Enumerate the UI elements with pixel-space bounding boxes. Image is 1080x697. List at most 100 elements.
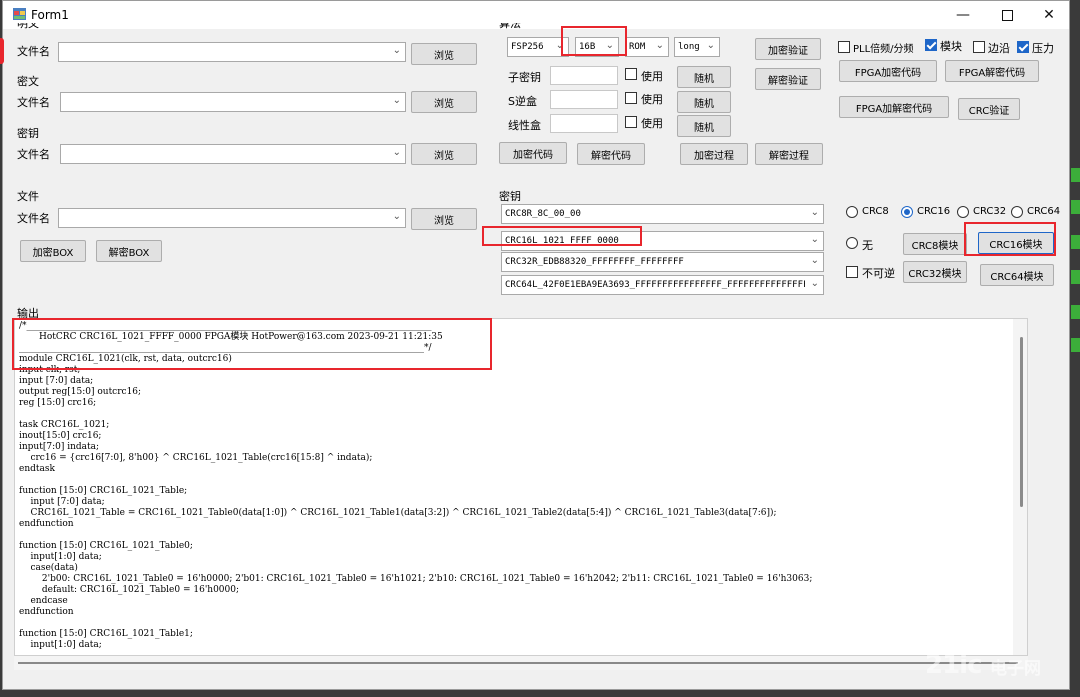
linear-box-input[interactable] — [550, 114, 618, 133]
subkey-label: 子密钥 — [508, 71, 541, 84]
highlight-crc16-key — [482, 226, 642, 246]
pressure-checkbox[interactable] — [1017, 41, 1029, 53]
crc8-radio-label: CRC8 — [862, 206, 889, 217]
crc16-radio-label: CRC16 — [917, 206, 951, 217]
crc8-module-button[interactable]: CRC8模块 — [903, 233, 967, 255]
file-browse-button[interactable]: 浏览 — [411, 208, 477, 230]
edge-checkbox[interactable] — [973, 41, 985, 53]
crc64-key-value: CRC64L_42F0E1EBA9EA3693_FFFFFFFFFFFFFFFF… — [505, 280, 805, 290]
plaintext-filename-label: 文件名 — [17, 45, 50, 58]
encrypt-process-button[interactable]: 加密过程 — [680, 143, 748, 165]
file-combo[interactable]: ⌄ — [58, 208, 406, 228]
crc8-key-select[interactable]: CRC8R_8C_00_00 ⌄ — [501, 204, 824, 224]
encrypt-box-button[interactable]: 加密BOX — [20, 240, 86, 262]
keyfile-combo[interactable]: ⌄ — [60, 144, 406, 164]
memory-select-value: ROM — [629, 42, 646, 52]
highlight-crc16-module — [964, 222, 1056, 256]
linear-box-use-label: 使用 — [641, 117, 663, 130]
crc32-key-value: CRC32R_EDB88320_FFFFFFFF_FFFFFFFF — [505, 257, 684, 267]
chevron-down-icon: ⌄ — [810, 255, 819, 266]
crc8-key-value: CRC8R_8C_00_00 — [505, 209, 581, 219]
chevron-down-icon: ⌄ — [655, 40, 664, 51]
sbox-label: S逆盒 — [508, 95, 537, 108]
minimize-icon: — — [956, 7, 970, 23]
crc-verify-button[interactable]: CRC验证 — [958, 98, 1020, 120]
fpga-decrypt-code-button[interactable]: FPGA解密代码 — [945, 60, 1039, 82]
background-strip-icon — [1071, 168, 1080, 352]
crc8-radio[interactable] — [846, 206, 858, 218]
subkey-random-button[interactable]: 随机 — [677, 66, 731, 88]
algorithm-select[interactable]: FSP256 ⌄ — [507, 37, 569, 57]
maximize-button[interactable] — [985, 1, 1029, 29]
module-checkbox[interactable] — [925, 39, 937, 51]
crc64-radio[interactable] — [1011, 206, 1023, 218]
irreversible-label: 不可逆 — [862, 267, 895, 280]
crc16-radio[interactable] — [901, 206, 913, 218]
crc64-module-button[interactable]: CRC64模块 — [980, 264, 1054, 286]
algorithm-group-label: 算法 — [499, 23, 521, 30]
highlight-block-size — [561, 26, 627, 56]
encrypt-code-button[interactable]: 加密代码 — [499, 142, 567, 164]
watermark-subtext: 电子网 — [990, 659, 1041, 679]
sbox-input[interactable] — [550, 90, 618, 109]
plaintext-browse-button[interactable]: 浏览 — [411, 43, 477, 65]
vertical-scroll-thumb[interactable] — [1020, 337, 1023, 507]
output-vertical-scrollbar[interactable] — [1013, 319, 1027, 655]
crc32-radio[interactable] — [957, 206, 969, 218]
file-filename-label: 文件名 — [17, 212, 50, 225]
sbox-use-checkbox[interactable] — [625, 92, 637, 104]
none-radio-label: 无 — [862, 239, 873, 252]
output-code-text: /*______________________________________… — [19, 321, 813, 650]
chevron-down-icon: ⌄ — [392, 211, 401, 222]
type-select[interactable]: long ⌄ — [674, 37, 720, 57]
subkey-input[interactable] — [550, 66, 618, 85]
linear-box-random-button[interactable]: 随机 — [677, 115, 731, 137]
chevron-down-icon: ⌄ — [810, 278, 819, 289]
decrypt-verify-button[interactable]: 解密验证 — [755, 68, 821, 90]
memory-select[interactable]: ROM ⌄ — [625, 37, 669, 57]
edge-label: 边沿 — [988, 42, 1010, 55]
maximize-icon — [1001, 9, 1013, 21]
close-icon: ✕ — [1043, 7, 1055, 23]
ciphertext-file-combo[interactable]: ⌄ — [60, 92, 406, 112]
keyfile-group-label: 密钥 — [17, 127, 39, 140]
decrypt-code-button[interactable]: 解密代码 — [577, 143, 645, 165]
ciphertext-group-label: 密文 — [17, 75, 39, 88]
irreversible-checkbox[interactable] — [846, 266, 858, 278]
title-bar: Form1 — ✕ — [3, 1, 1069, 29]
pll-checkbox[interactable] — [838, 41, 850, 53]
highlight-output-header — [12, 318, 492, 370]
fpga-encrypt-code-button[interactable]: FPGA加密代码 — [839, 60, 937, 82]
linear-box-use-checkbox[interactable] — [625, 116, 637, 128]
chevron-down-icon: ⌄ — [810, 207, 819, 218]
chevron-down-icon: ⌄ — [392, 45, 401, 56]
close-button[interactable]: ✕ — [1027, 1, 1071, 29]
type-select-value: long — [678, 42, 700, 52]
crc32-module-button[interactable]: CRC32模块 — [903, 261, 967, 283]
chevron-down-icon: ⌄ — [810, 234, 819, 245]
crc32-key-select[interactable]: CRC32R_EDB88320_FFFFFFFF_FFFFFFFF ⌄ — [501, 252, 824, 272]
subkey-use-label: 使用 — [641, 70, 663, 83]
ciphertext-browse-button[interactable]: 浏览 — [411, 91, 477, 113]
keyfile-browse-button[interactable]: 浏览 — [411, 143, 477, 165]
pressure-label: 压力 — [1032, 42, 1054, 55]
background-green-strip — [1071, 160, 1080, 360]
crc64-key-select[interactable]: CRC64L_42F0E1EBA9EA3693_FFFFFFFFFFFFFFFF… — [501, 275, 824, 295]
output-horizontal-scrollbar[interactable] — [14, 656, 1028, 670]
chevron-down-icon: ⌄ — [392, 95, 401, 106]
horizontal-scroll-thumb[interactable] — [18, 662, 1018, 664]
plaintext-file-combo[interactable]: ⌄ — [58, 42, 406, 62]
decrypt-box-button[interactable]: 解密BOX — [96, 240, 162, 262]
plaintext-group-label: 明文 — [17, 23, 39, 30]
sbox-random-button[interactable]: 随机 — [677, 91, 731, 113]
none-radio[interactable] — [846, 237, 858, 249]
ciphertext-filename-label: 文件名 — [17, 96, 50, 109]
minimize-button[interactable]: — — [941, 1, 985, 29]
subkey-use-checkbox[interactable] — [625, 68, 637, 80]
decrypt-process-button[interactable]: 解密过程 — [755, 143, 823, 165]
watermark-logo: 21ic — [925, 650, 983, 680]
chevron-down-icon: ⌄ — [706, 40, 715, 51]
encrypt-verify-button[interactable]: 加密验证 — [755, 38, 821, 60]
fpga-encdec-code-button[interactable]: FPGA加解密代码 — [839, 96, 949, 118]
window-title: Form1 — [31, 8, 69, 22]
